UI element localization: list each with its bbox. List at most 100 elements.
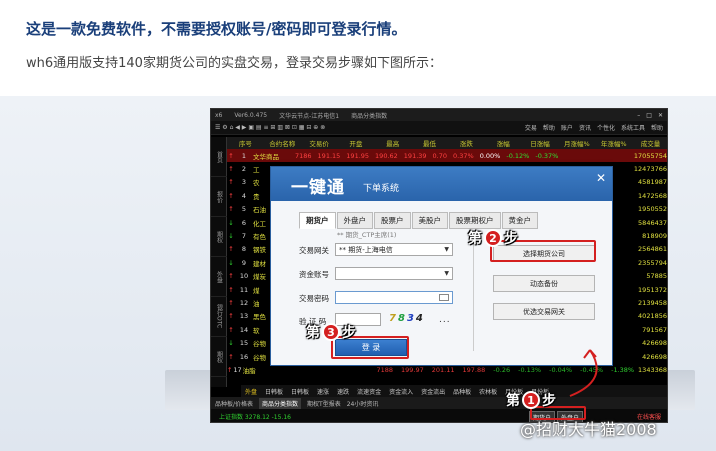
- quote-cell: 191.39: [403, 151, 427, 160]
- page-name: 商品分类指数: [351, 112, 388, 120]
- index-status: 上证指数 3278.12 -15.16: [219, 414, 291, 421]
- down-arrow-icon: ↓: [228, 218, 234, 227]
- column-header[interactable]: 日涨幅: [522, 138, 559, 148]
- terminal-sidebar: 首页 报价 期权 外盘 银行OTC 期权: [211, 137, 227, 387]
- bottom-tab[interactable]: 速涨: [317, 387, 329, 396]
- dialog-tab[interactable]: 股票期权户: [449, 212, 501, 229]
- menu-item[interactable]: 账户: [561, 123, 573, 132]
- page-tab[interactable]: 24小时资讯: [347, 399, 379, 408]
- gateway-label: 交易网关: [299, 246, 329, 255]
- dialog-tab[interactable]: 美股户: [411, 212, 448, 229]
- captcha-refresh[interactable]: ...: [439, 315, 451, 325]
- table-row[interactable]: ↑ 1 文华商品 7186 191.15 191.95 190.62 191.39 0.7…: [227, 149, 667, 163]
- bottom-tab[interactable]: 日韩板: [291, 387, 309, 396]
- bottom-tab[interactable]: 速跌: [337, 387, 349, 396]
- sidebar-tab[interactable]: 报价: [211, 177, 227, 217]
- dynamic-backup-button[interactable]: 动态备份: [493, 275, 595, 292]
- captcha-image[interactable]: 7834: [389, 313, 425, 324]
- preferred-gateway-button[interactable]: 优选交易网关: [493, 303, 595, 320]
- dialog-tab[interactable]: 股票户: [374, 212, 411, 229]
- keyboard-icon[interactable]: [439, 294, 449, 301]
- step-1-label: 第1步: [506, 391, 556, 409]
- column-header[interactable]: 涨跌: [448, 138, 485, 148]
- watermark: @招财大牛猫2008: [520, 420, 657, 439]
- column-header[interactable]: 合约名称: [264, 138, 301, 148]
- quote-cell: 201.11: [431, 365, 455, 374]
- up-arrow-icon: ↑: [228, 272, 234, 281]
- page-tab[interactable]: 商品分类指数: [259, 397, 302, 409]
- volume-cell: 1343368: [638, 365, 667, 374]
- bottom-tab[interactable]: 资金流入: [389, 387, 413, 396]
- page-tab[interactable]: 期权T型报表: [307, 399, 341, 408]
- volume-cell: 17055754: [633, 151, 667, 160]
- dialog-divider: [473, 241, 474, 351]
- minimize-icon[interactable]: –: [637, 112, 640, 119]
- quote-cell: 0.00%: [479, 151, 501, 160]
- server-name: 文华云节点-江苏电信1: [279, 112, 340, 120]
- column-header[interactable]: 最高: [374, 138, 411, 148]
- volume-cell: 2139458: [638, 298, 667, 307]
- terminal-titlebar: x6 Ver6.0.475 文华云节点-江苏电信1 商品分类指数 – □ ✕: [211, 109, 667, 121]
- row-number: 11: [239, 285, 249, 294]
- bottom-tab[interactable]: 农林板: [479, 387, 497, 396]
- row-number: 12: [239, 298, 249, 307]
- account-type-tabs: 期货户 外盘户 股票户 美股户 股票期权户 黄金户: [299, 212, 538, 229]
- bottom-tab[interactable]: 品种板: [453, 387, 471, 396]
- column-header[interactable]: 月涨幅%: [558, 138, 595, 148]
- dialog-tab[interactable]: 期货户: [299, 212, 336, 229]
- row-number: 5: [241, 205, 247, 214]
- gateway-select[interactable]: ** 期货-上海电信 ▼: [335, 243, 453, 256]
- account-input[interactable]: ▼: [335, 267, 453, 280]
- article-headline: 这是一款免费软件，不需要授权账号/密码即可登录行情。: [26, 20, 407, 38]
- sidebar-tab[interactable]: 首页: [211, 137, 227, 177]
- quote-table-header: 序号 合约名称 交易价 开盘 最高 最低 涨跌 涨幅 日涨幅 月涨幅% 年涨幅% 成交量: [227, 137, 667, 149]
- sidebar-tab[interactable]: 外盘: [211, 257, 227, 297]
- sidebar-tab[interactable]: 银行OTC: [211, 297, 227, 337]
- terminal-menu: 交易 帮助 账户 资讯 个性化 系统工具 帮助: [525, 123, 663, 132]
- step-number-badge: 1: [522, 391, 540, 409]
- article-header: 这是一款免费软件，不需要授权账号/密码即可登录行情。 wh6通用版支持140家期…: [0, 0, 716, 96]
- quote-cell: 197.88: [462, 365, 486, 374]
- up-arrow-icon: ↑: [228, 245, 234, 254]
- menu-item[interactable]: 交易: [525, 123, 537, 132]
- quote-cell: 199.97: [401, 365, 424, 374]
- password-input[interactable]: [335, 291, 453, 304]
- volume-cell: 818909: [642, 232, 667, 241]
- column-header[interactable]: 成交量: [632, 138, 667, 148]
- column-header[interactable]: 序号: [227, 138, 264, 148]
- quote-cell: -0.26: [493, 365, 511, 374]
- menu-item[interactable]: 个性化: [597, 123, 615, 132]
- dialog-tab[interactable]: 黄金户: [501, 212, 538, 229]
- page-tab[interactable]: 品种板/价格表: [215, 399, 253, 408]
- column-header[interactable]: 交易价: [301, 138, 338, 148]
- dialog-tab[interactable]: 外盘户: [336, 212, 373, 229]
- menu-item[interactable]: 帮助: [543, 123, 555, 132]
- terminal-toolbar: ☰ ⚙ ⌂ ◀ ▶ ▣ ▤ ≡ ⊞ ▥ ⊠ ⊡ ▦ ⊟ ⊕ ⊗ 交易 帮助 账户 资讯…: [211, 121, 667, 135]
- dialog-title: 一键通: [291, 178, 345, 198]
- menu-item[interactable]: 系统工具: [621, 123, 645, 132]
- close-icon[interactable]: ✕: [658, 112, 663, 119]
- bottom-tab[interactable]: 外盘: [245, 387, 257, 396]
- bottom-tab[interactable]: 流速资金: [357, 387, 381, 396]
- menu-item[interactable]: 资讯: [579, 123, 591, 132]
- bottom-tab[interactable]: 资金流出: [421, 387, 445, 396]
- contract-name: 油脂: [242, 366, 256, 375]
- close-icon[interactable]: ✕: [596, 171, 606, 185]
- column-header[interactable]: 涨幅: [485, 138, 522, 148]
- volume-cell: 12473766: [633, 165, 667, 174]
- chevron-down-icon: ▼: [444, 270, 449, 277]
- toolbar-icons[interactable]: ☰ ⚙ ⌂ ◀ ▶ ▣ ▤ ≡ ⊞ ▥ ⊠ ⊡ ▦ ⊟ ⊕ ⊗: [215, 124, 325, 131]
- down-arrow-icon: ↓: [228, 258, 234, 267]
- up-arrow-icon: ↑: [228, 325, 234, 334]
- row-number: 8: [241, 245, 247, 254]
- column-header[interactable]: 年涨幅%: [595, 138, 632, 148]
- sidebar-tab[interactable]: 期权: [211, 337, 227, 377]
- sidebar-tab[interactable]: 期权: [211, 217, 227, 257]
- column-header[interactable]: 最低: [411, 138, 448, 148]
- column-header[interactable]: 开盘: [337, 138, 374, 148]
- menu-item[interactable]: 帮助: [651, 123, 663, 132]
- quote-cell: 7186: [295, 151, 312, 160]
- volume-cell: 1951372: [638, 285, 667, 294]
- maximize-icon[interactable]: □: [646, 112, 652, 119]
- bottom-tab[interactable]: 日韩板: [265, 387, 283, 396]
